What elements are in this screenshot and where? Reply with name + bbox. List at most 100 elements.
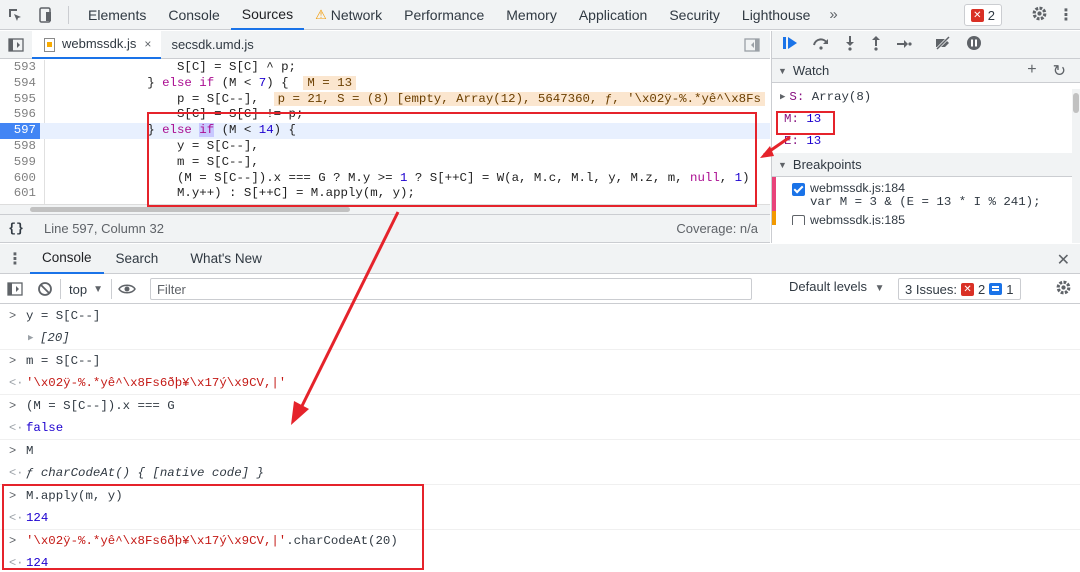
console-entry: > m = S[C--] <· '\x02ÿ-%.*yê^\x8Fs6ðþ¥\x17… — [0, 350, 1080, 395]
panel-tabs: Elements Console Sources ⚠ Network Performanc… — [77, 0, 821, 30]
breakpoint-file: webmssdk.js:185 — [810, 213, 906, 225]
console-settings-gear-icon[interactable] — [1055, 279, 1072, 301]
sources-status-bar: {} Line 597, Column 32 Coverage: n/a — [0, 214, 770, 243]
divider — [68, 5, 69, 24]
expand-triangle-icon[interactable]: ▶ — [780, 92, 785, 102]
tab-application[interactable]: Application — [568, 0, 659, 30]
log-levels-dropdown[interactable]: Default levels ▼ — [789, 279, 885, 294]
input-prompt-icon: > — [9, 354, 17, 368]
error-count-badge[interactable]: ✕ 2 — [963, 4, 1002, 26]
live-expression-eye-icon[interactable] — [112, 275, 142, 304]
expand-triangle-icon[interactable]: ▶ — [28, 327, 33, 349]
result-arrow-icon: <· — [9, 466, 24, 480]
console-sidebar-icon[interactable] — [0, 275, 30, 304]
console-filter-input[interactable]: Filter — [149, 278, 752, 300]
console-entry: > (M = S[C--]).x === G <· false — [0, 395, 1080, 440]
step-out-icon[interactable] — [870, 35, 882, 54]
inspect-element-icon[interactable] — [0, 0, 30, 30]
breakpoint-item[interactable]: webmssdk.js:184 var M = 3 & (E = 13 * I … — [772, 177, 1080, 211]
tab-elements[interactable]: Elements — [77, 0, 157, 30]
drawer-tab-console[interactable]: Console — [30, 244, 104, 274]
dropdown-arrow-icon: ▼ — [93, 283, 103, 295]
file-tab-label: secsdk.umd.js — [171, 37, 254, 52]
tab-label: Network — [330, 6, 383, 23]
tab-performance[interactable]: Performance — [393, 0, 495, 30]
settings-gear-icon[interactable] — [1031, 5, 1048, 25]
annotation-box-watch — [776, 111, 835, 135]
console-result: ƒ charCodeAt() { [native code] } — [26, 466, 264, 480]
tab-label: Sources — [241, 5, 294, 22]
pause-on-exceptions-icon[interactable] — [966, 35, 982, 54]
tab-label: Security — [669, 6, 720, 23]
error-icon: ✕ — [961, 282, 975, 296]
context-label: top — [69, 281, 88, 297]
pretty-print-button[interactable]: {} — [0, 221, 32, 236]
drawer-menu-icon[interactable]: ⋮ — [0, 249, 30, 269]
breakpoint-checkbox[interactable] — [792, 183, 805, 196]
tab-lighthouse[interactable]: Lighthouse — [731, 0, 822, 30]
code-line[interactable]: 593 S[C] = S[C] ^ p; — [0, 60, 770, 76]
breakpoint-file: webmssdk.js:184 — [810, 181, 906, 195]
input-prompt-icon: > — [9, 444, 17, 458]
toggle-debugger-icon[interactable] — [744, 38, 760, 55]
sources-file-tabs: webmssdk.js × secsdk.umd.js — [0, 30, 770, 59]
cursor-position: Line 597, Column 32 — [44, 221, 164, 236]
clear-console-icon[interactable] — [30, 275, 60, 304]
result-arrow-icon: <· — [9, 421, 24, 435]
breakpoint-checkbox[interactable] — [792, 215, 805, 225]
issues-button[interactable]: 3 Issues: ✕ 2 1 — [898, 278, 1021, 300]
breakpoint-stripe — [772, 211, 776, 225]
coverage-status: Coverage: n/a — [676, 221, 758, 236]
warning-icon: ⚠ — [315, 6, 327, 22]
console-toolbar: top ▼ Filter Default levels ▼ 3 Issues: … — [0, 275, 1080, 304]
inline-value: p = 21, S = (8) [empty, Array(12), 56473… — [273, 91, 765, 106]
drawer-tabbar: ⋮ Console Search What's New ✕ — [0, 244, 1080, 274]
file-tab-webmssdk[interactable]: webmssdk.js × — [32, 30, 162, 59]
tab-sources[interactable]: Sources — [230, 0, 305, 30]
watch-item[interactable]: ▶ S: Array(8) — [772, 86, 1080, 108]
close-drawer-icon[interactable]: ✕ — [1057, 250, 1070, 270]
add-watch-icon[interactable]: + — [1027, 61, 1036, 81]
tab-security[interactable]: Security — [658, 0, 731, 30]
more-tabs-icon[interactable]: » — [821, 6, 845, 23]
console-result: false — [26, 421, 64, 435]
tab-memory[interactable]: Memory — [495, 0, 568, 30]
scrollbar-thumb[interactable] — [30, 207, 350, 212]
breakpoint-code: var M = 3 & (E = 13 * I % 241); — [810, 195, 1041, 209]
kebab-menu-icon[interactable]: ⋮ — [1058, 5, 1074, 25]
input-prompt-icon: > — [9, 399, 17, 413]
collapse-triangle-icon: ▼ — [778, 159, 787, 170]
drawer-tab-whats-new[interactable]: What's New — [178, 244, 274, 274]
scrollbar-thumb[interactable] — [1073, 93, 1079, 113]
dropdown-arrow-icon: ▼ — [874, 283, 885, 294]
breakpoints-section-header[interactable]: ▼ Breakpoints — [772, 153, 1080, 177]
deactivate-breakpoints-icon[interactable] — [934, 35, 952, 53]
device-toolbar-icon[interactable] — [30, 0, 60, 30]
file-tab-secsdk[interactable]: secsdk.umd.js — [161, 31, 263, 59]
tab-label: Performance — [404, 6, 485, 23]
debugger-sidebar: ▼ Watch + ↻ ▶ S: Array(8) M: 13 E: 13 ▼ … — [771, 31, 1080, 243]
drawer-tab-search[interactable]: Search — [104, 244, 171, 274]
js-file-icon — [42, 37, 56, 52]
code-line[interactable]: 594 } else if (M < 7) { M = 13 — [0, 75, 770, 92]
resume-icon[interactable] — [782, 36, 798, 53]
toggle-navigator-icon[interactable] — [0, 37, 32, 52]
error-icon: ✕ — [970, 8, 984, 22]
step-over-icon[interactable] — [812, 36, 830, 53]
context-selector[interactable]: top ▼ — [60, 279, 112, 299]
console-input: m = S[C--] — [26, 354, 101, 368]
refresh-watch-icon[interactable]: ↻ — [1053, 61, 1066, 81]
step-icon[interactable] — [896, 37, 912, 53]
watch-section-header[interactable]: ▼ Watch + ↻ — [772, 59, 1080, 83]
tab-label: Lighthouse — [741, 6, 811, 23]
close-tab-icon[interactable]: × — [144, 37, 151, 51]
tab-network[interactable]: ⚠ Network — [304, 0, 393, 30]
console-input: y = S[C--] — [26, 309, 101, 323]
step-into-icon[interactable] — [844, 35, 856, 54]
breakpoint-item[interactable]: webmssdk.js:185 — [772, 211, 1080, 225]
console-input: (M = S[C--]).x === G — [26, 399, 175, 413]
sidebar-scrollbar[interactable] — [1072, 89, 1080, 243]
tab-console[interactable]: Console — [157, 0, 230, 30]
code-line[interactable]: 595 p = S[C--], p = 21, S = (8) [empty, … — [0, 91, 770, 108]
error-count: 2 — [987, 7, 995, 23]
